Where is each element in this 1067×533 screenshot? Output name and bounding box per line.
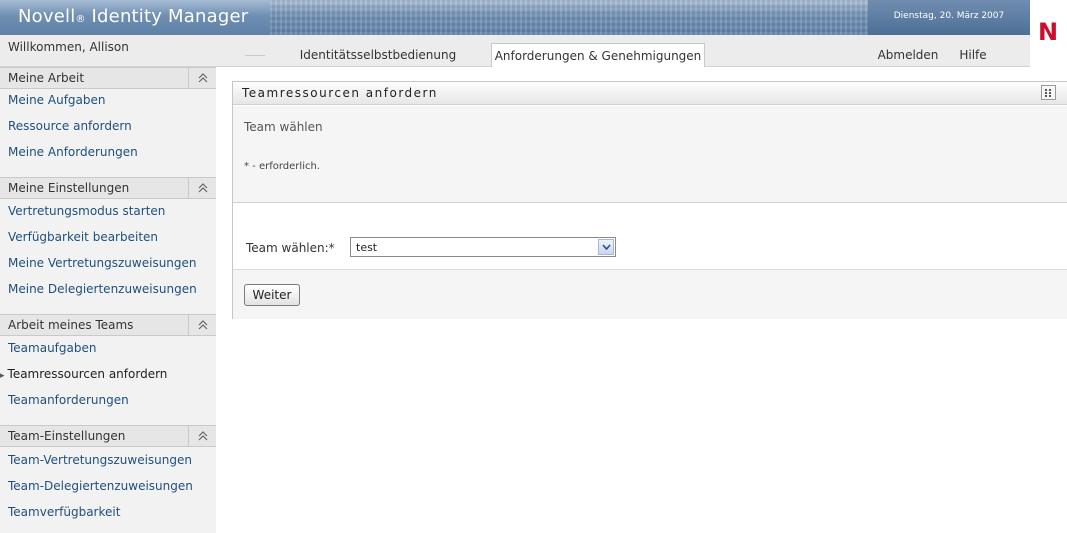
sidebar: Meine Arbeit Meine Aufgaben Ressource an… <box>0 67 216 533</box>
sidebar-item-team-tasks[interactable]: Teamaufgaben <box>8 341 96 355</box>
double-chevron-up-icon <box>198 431 208 441</box>
chevron-down-icon <box>602 244 611 251</box>
sidebar-section-title: Arbeit meines Teams <box>8 318 134 332</box>
sidebar-item-my-proxy-assignments[interactable]: Meine Vertretungszuweisungen <box>8 256 197 270</box>
navigation-bar: Willkommen, Allison Identitätsselbstbedi… <box>0 35 1030 67</box>
double-chevron-up-icon <box>198 73 208 83</box>
sidebar-item-label: Teamressourcen anfordern <box>7 367 168 381</box>
team-select-value: test <box>356 241 378 254</box>
sidebar-section-title: Meine Einstellungen <box>8 181 130 195</box>
tab-requests-approvals[interactable]: Anforderungen & Genehmigungen <box>491 43 705 67</box>
triangle-bullet-icon: ▸ <box>0 371 5 381</box>
collapse-button[interactable] <box>188 178 216 198</box>
logout-link[interactable]: Abmelden <box>868 43 948 67</box>
sidebar-section-my-settings: Meine Einstellungen <box>0 177 216 199</box>
sidebar-item-my-requests[interactable]: Meine Anforderungen <box>8 145 138 159</box>
tab-divider <box>245 55 265 67</box>
sidebar-item-team-requests[interactable]: Teamanforderungen <box>8 393 129 407</box>
sidebar-item-request-resource[interactable]: Ressource anfordern <box>8 119 132 133</box>
app-title: Novell® Identity Manager <box>18 6 248 27</box>
sidebar-item-team-delegate-assignments[interactable]: Team-Delegiertenzuweisungen <box>8 479 193 493</box>
team-select-label: Team wählen:* <box>246 241 335 255</box>
sidebar-item-my-tasks[interactable]: Meine Aufgaben <box>8 93 106 107</box>
tab-identity-self-service[interactable]: Identitätsselbstbedienung <box>265 43 491 67</box>
welcome-text: Willkommen, Allison <box>8 40 129 54</box>
collapse-button[interactable] <box>188 315 216 335</box>
app-title-brand: Novell <box>18 6 76 27</box>
app-title-product: Identity Manager <box>91 6 249 27</box>
help-link[interactable]: Hilfe <box>953 43 993 67</box>
novell-logo: N <box>1038 18 1059 46</box>
sidebar-item-start-proxy-mode[interactable]: Vertretungsmodus starten <box>8 204 165 218</box>
date-tab: Dienstag, 20. März 2007 <box>868 0 1030 35</box>
request-team-resources-panel: Teamressourcen anfordern Team wählen * -… <box>232 81 1067 319</box>
panel-title: Teamressourcen anfordern <box>242 86 438 100</box>
collapse-button[interactable] <box>188 426 216 446</box>
registered-mark: ® <box>75 14 86 25</box>
app-header: Novell® Identity Manager Dienstag, 20. M… <box>0 0 1030 35</box>
panel-menu-button[interactable] <box>1041 85 1056 100</box>
grid-icon <box>1045 89 1051 97</box>
double-chevron-up-icon <box>198 320 208 330</box>
team-select[interactable]: test <box>350 237 616 257</box>
sidebar-item-request-team-resources[interactable]: ▸ Teamressourcen anfordern <box>0 367 167 381</box>
panel-header: Teamressourcen anfordern <box>233 82 1067 105</box>
collapse-button[interactable] <box>188 68 216 88</box>
dropdown-button[interactable] <box>598 239 614 255</box>
continue-button[interactable]: Weiter <box>244 284 300 306</box>
sidebar-item-my-delegate-assignments[interactable]: Meine Delegiertenzuweisungen <box>8 282 197 296</box>
double-chevron-up-icon <box>198 183 208 193</box>
sidebar-section-team-work: Arbeit meines Teams <box>0 314 216 336</box>
sidebar-section-team-settings: Team-Einstellungen <box>0 425 216 447</box>
required-note: * - erforderlich. <box>244 161 320 172</box>
sidebar-item-team-proxy-assignments[interactable]: Team-Vertretungszuweisungen <box>8 453 192 467</box>
sidebar-section-title: Meine Arbeit <box>8 71 85 85</box>
current-date: Dienstag, 20. März 2007 <box>893 11 1005 21</box>
form-intro-area: Team wählen * - erforderlich. <box>233 106 1067 203</box>
section-heading: Team wählen <box>244 120 323 134</box>
sidebar-section-title: Team-Einstellungen <box>8 429 126 443</box>
sidebar-section-my-work: Meine Arbeit <box>0 67 216 89</box>
form-actions-area <box>233 269 1067 319</box>
sidebar-item-team-availability[interactable]: Teamverfügbarkeit <box>8 505 120 519</box>
sidebar-item-edit-availability[interactable]: Verfügbarkeit bearbeiten <box>8 230 158 244</box>
